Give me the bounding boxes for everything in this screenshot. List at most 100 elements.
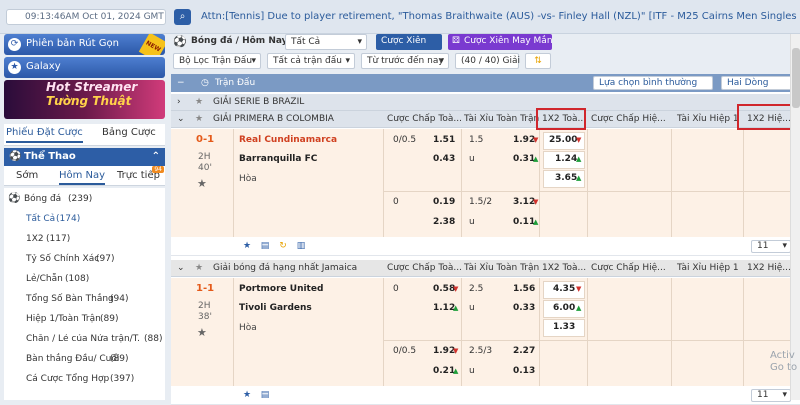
odds-value[interactable]: 3.12 <box>513 197 535 207</box>
stats-icon[interactable]: ▥ <box>295 240 307 252</box>
menu-item-soccer[interactable]: ⚽ Bóng đá (239) <box>4 190 165 210</box>
col-header: Tài Xỉu Hiệp 1 <box>677 263 739 273</box>
menu-item-ht-ft[interactable]: Hiệp 1/Toàn Trận (89) <box>4 310 165 330</box>
odds-table: − ◷ Trận Đấu Lựa chọn bình thường Hai Dò… <box>171 74 800 405</box>
matches-select[interactable]: Tất cả trận đấu ▾ <box>267 53 355 69</box>
odds-value[interactable]: 2.38 <box>433 217 455 227</box>
match-minute: 38' <box>198 312 212 322</box>
menu-item-half-odd-even[interactable]: Chẵn / Lẻ của Nửa trận/T... (88) <box>4 330 165 350</box>
menu-count: (174) <box>56 214 81 224</box>
league-header[interactable]: › ★ GIẢI SERIE B BRAZIL <box>171 94 800 111</box>
subtab-today[interactable]: Hôm Nay <box>59 170 106 185</box>
galaxy-banner[interactable]: ★ Galaxy <box>4 57 165 78</box>
odds-value[interactable]: 1.56 <box>513 284 535 294</box>
odds-value[interactable]: 1.51 <box>433 135 455 145</box>
sport-header[interactable]: ⚽ Thể Thao ⌃ <box>4 148 165 166</box>
lucky-parlay-button[interactable]: ⚄ Cược Xiên May Mắn <box>448 34 553 50</box>
odds-value[interactable]: 1.92 <box>433 346 455 356</box>
menu-label: Cá Cược Tổng Hợp <box>26 374 110 384</box>
arrow-up-icon: ▲ <box>533 218 539 226</box>
star-icon[interactable]: ★ <box>195 260 203 277</box>
odds-value[interactable]: 0.33 <box>513 303 535 313</box>
menu-item-1x2[interactable]: 1X2 (117) <box>4 230 165 250</box>
sort-mode-select[interactable]: Lựa chọn bình thường <box>593 76 713 90</box>
league-header[interactable]: ⌄ ★ Giải bóng đá hạng nhất Jamaica Cược … <box>171 260 800 277</box>
scrollbar-thumb[interactable] <box>792 48 800 108</box>
tab-bet-table[interactable]: Bảng Cược <box>102 127 156 138</box>
sort-icon[interactable]: ⇅ <box>525 53 551 69</box>
bet-tabs: Phiếu Đặt Cược Bảng Cược <box>4 124 165 146</box>
odds-value[interactable]: 0.13 <box>513 366 535 376</box>
menu-count: (239) <box>68 194 93 204</box>
dice-icon: ⚄ <box>452 36 460 46</box>
star-icon[interactable]: ★ <box>197 177 207 190</box>
search-button[interactable]: ⌕ <box>174 9 191 25</box>
star-icon[interactable]: ★ <box>241 389 253 401</box>
odds-value[interactable]: 1.12 <box>433 303 455 313</box>
match-actions: ★ ▤ ↻ ▥ 11 ▾ <box>171 237 800 256</box>
parlay-button[interactable]: Cược Xiên <box>376 34 442 50</box>
menu-item-combo-bets[interactable]: Cá Cược Tổng Hợp (397) <box>4 370 165 390</box>
filter-select[interactable]: Tất Cả ▾ <box>285 34 367 50</box>
menu-label: Hiệp 1/Toàn Trận <box>26 314 101 324</box>
col-header: Cược Chấp Toà... <box>387 114 462 124</box>
under-label: u <box>469 303 475 313</box>
refresh-icon[interactable]: ↻ <box>277 240 289 252</box>
menu-label: Chẵn / Lẻ của Nửa trận/T... <box>26 334 140 344</box>
league-filter-select[interactable]: Bộ Lọc Trận Đấu ▾ <box>173 53 261 69</box>
odds-value[interactable]: 25.00 <box>549 135 577 145</box>
soccer-ball-icon: ⚽ <box>9 151 22 162</box>
league-header[interactable]: ⌄ ★ GIẢI PRIMERA B COLOMBIA Cược Chấp To… <box>171 111 800 128</box>
chevron-up-icon: ⌃ <box>151 151 160 162</box>
time-subtabs: Sớm Hôm Nay Trực tiếp 94 <box>4 166 165 186</box>
menu-item-odd-even[interactable]: Lẻ/Chẵn (108) <box>4 270 165 290</box>
menu-item-total-goals[interactable]: Tổng Số Bàn Thắng (94) <box>4 290 165 310</box>
odds-value[interactable]: 2.27 <box>513 346 535 356</box>
leagues-count-select[interactable]: (40 / 40) Giải <box>455 53 520 69</box>
odds-value[interactable]: 1.33 <box>553 322 575 332</box>
arrow-up-icon: ▲ <box>576 174 582 182</box>
odds-value[interactable]: 0.43 <box>433 154 455 164</box>
arrow-down-icon: ▼ <box>576 285 582 293</box>
hot-streamer-subtitle: Tường Thuật <box>46 94 132 108</box>
subtab-early[interactable]: Sớm <box>16 170 38 181</box>
list-icon[interactable]: ▤ <box>259 240 271 252</box>
time-select[interactable]: Từ trước đến nay ▾ <box>361 53 449 69</box>
more-markets-select[interactable]: 11 ▾ <box>751 389 791 402</box>
list-icon[interactable]: ▤ <box>259 389 271 401</box>
more-markets-select[interactable]: 11 ▾ <box>751 240 791 253</box>
menu-item-all[interactable]: Tất Cả (174) <box>4 210 165 230</box>
menu-item-first-last-goal[interactable]: Bàn thắng Đầu/ Cuối (89) <box>4 350 165 370</box>
odds-value[interactable]: 1.92 <box>513 135 535 145</box>
menu-item-correct-score[interactable]: Tỷ Số Chính Xác (97) <box>4 250 165 270</box>
odds-value[interactable]: 6.00 <box>553 303 575 313</box>
sidebar: ⟳ Phiên bản Rút Gọn NEW ★ Galaxy Hot Str… <box>0 34 168 400</box>
col-header: 1X2 Hiệ... <box>747 263 791 273</box>
odds-value[interactable]: 1.24 <box>555 154 577 164</box>
odds-value[interactable]: 0.31 <box>513 154 535 164</box>
star-icon[interactable]: ★ <box>195 94 203 111</box>
arrow-up-icon: ▲ <box>453 304 459 312</box>
compact-version-banner[interactable]: ⟳ Phiên bản Rút Gọn NEW <box>4 34 165 55</box>
star-icon[interactable]: ★ <box>197 326 207 339</box>
odds-value[interactable]: 0.11 <box>513 217 535 227</box>
hot-streamer-banner[interactable]: Hot Streamer Tường Thuật <box>4 80 165 119</box>
lines-select[interactable]: Hai Dòng <box>721 76 795 90</box>
star-icon[interactable]: ★ <box>241 240 253 252</box>
chevron-down-icon: ▾ <box>782 390 787 400</box>
clock-icon: ◷ <box>201 78 209 88</box>
odds-value[interactable]: 0.19 <box>433 197 455 207</box>
menu-label: Tổng Số Bàn Thắng <box>26 294 114 304</box>
odds-value[interactable]: 3.65 <box>555 173 577 183</box>
more-count: 11 <box>757 241 769 251</box>
menu-count: (97) <box>96 254 115 264</box>
col-header: Tài Xỉu Hiệp 1 <box>677 114 739 124</box>
collapse-minus-icon[interactable]: − <box>177 74 185 92</box>
scrollbar[interactable] <box>790 34 800 400</box>
odds-value[interactable]: 0.58 <box>433 284 455 294</box>
star-icon[interactable]: ★ <box>195 111 203 128</box>
odds-value[interactable]: 4.35 <box>553 284 575 294</box>
tab-bet-slip[interactable]: Phiếu Đặt Cược <box>6 127 83 143</box>
odds-value[interactable]: 0.21 <box>433 366 455 376</box>
match-period: 2H <box>198 152 211 162</box>
